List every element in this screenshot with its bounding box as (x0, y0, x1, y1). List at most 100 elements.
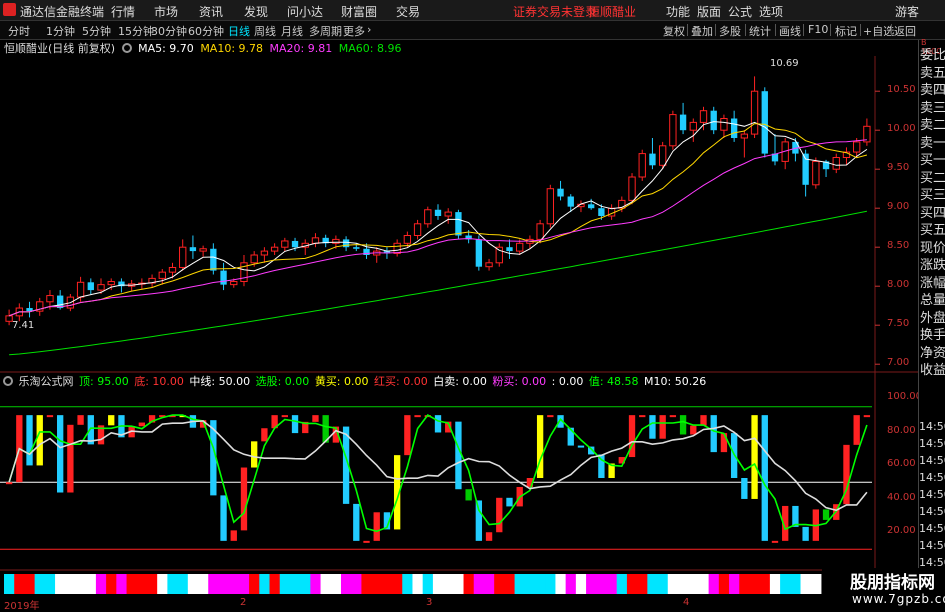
signal-strip-cell (279, 574, 291, 594)
menu-layout[interactable]: 版面 (697, 3, 721, 20)
tab-back[interactable]: 返回 (894, 23, 916, 39)
indicator-bar (434, 415, 442, 433)
signal-strip-cell (187, 574, 199, 594)
candle-body (699, 110, 708, 123)
side-panel-item[interactable]: 涨跌 (920, 256, 945, 275)
side-panel-item[interactable]: 卖二 (920, 116, 945, 135)
tab-draw[interactable]: 画线 (779, 23, 801, 39)
candle-body (210, 248, 217, 271)
indicator-bar (363, 540, 370, 543)
side-panel-item[interactable]: 买一 (920, 151, 945, 170)
tab-60min[interactable]: 60分钟 (188, 23, 224, 39)
tab-multi-stock[interactable]: 多股 (719, 23, 741, 39)
side-panel-item[interactable]: 现价 (920, 239, 945, 258)
tab-mark[interactable]: 标记 (835, 23, 857, 39)
signal-strip-cell (586, 574, 597, 594)
signal-strip-cell (198, 574, 209, 594)
tab-more[interactable]: 更多 (343, 23, 365, 39)
tab-f10[interactable]: F10 (808, 23, 828, 36)
login-notice[interactable]: 证券交易未登录 (513, 3, 597, 20)
side-panel-item[interactable]: 买三 (920, 186, 945, 205)
menu-news[interactable]: 资讯 (199, 3, 223, 20)
candle-body (353, 247, 360, 249)
tab-daily[interactable]: 日线 (228, 23, 250, 39)
signal-strip-cell (555, 574, 567, 594)
side-panel-item[interactable]: 卖五 (920, 64, 945, 83)
time-label: 14:50 (919, 437, 945, 450)
indicator-tick-label: 60.00 (887, 458, 916, 470)
menu-trade[interactable]: 交易 (396, 3, 420, 20)
kline-chart[interactable] (0, 56, 918, 609)
side-panel-item[interactable]: 买五 (920, 221, 945, 240)
gear-icon[interactable] (3, 376, 13, 386)
tab-minute-chart[interactable]: 分时 (8, 23, 30, 39)
signal-strip-cell (596, 574, 607, 594)
signal-strip-cell (514, 574, 526, 594)
time-label: 14:50 (919, 420, 945, 433)
menu-ask[interactable]: 问小达 (287, 3, 323, 20)
tab-stats[interactable]: 统计 (749, 23, 771, 39)
side-panel-item[interactable]: 卖四 (920, 81, 945, 100)
candle-body (516, 242, 524, 252)
side-panel-item[interactable]: 换手 (920, 326, 945, 345)
chart-title: 恒顺醋业(日线 前复权) (4, 42, 116, 55)
signal-strip-cell (44, 574, 56, 594)
tab-30min[interactable]: 30分钟 (151, 23, 187, 39)
time-label: 14:50 (919, 471, 945, 484)
gear-icon[interactable] (121, 43, 132, 53)
side-panel-item[interactable]: 总量 (920, 291, 945, 310)
tab-15min[interactable]: 15分钟 (118, 23, 154, 39)
menu-options[interactable]: 选项 (759, 3, 783, 20)
side-panel-item[interactable]: 收益 (920, 361, 945, 380)
candle-body (220, 270, 227, 285)
side-panel-item[interactable]: 涨幅 (920, 274, 945, 293)
signal-strip-cell (208, 574, 219, 594)
tab-5min[interactable]: 5分钟 (82, 23, 111, 39)
tab-1min[interactable]: 1分钟 (46, 23, 75, 39)
indicator-bar (108, 415, 115, 426)
indicator-bar (240, 467, 248, 531)
candle-body (720, 118, 728, 131)
indicator-bar (802, 526, 809, 541)
signal-strip-cell (759, 574, 771, 594)
signal-strip-cell (453, 574, 465, 594)
candle-body (270, 246, 279, 252)
tab-adjust[interactable]: 复权 (663, 23, 685, 39)
candle-body (689, 121, 697, 131)
indicator-bar (577, 445, 585, 448)
user-label[interactable]: 游客 (895, 3, 919, 20)
menu-wealth[interactable]: 财富圈 (341, 3, 377, 20)
signal-strip-cell (55, 574, 66, 594)
side-panel-item[interactable]: 净资 (920, 344, 945, 363)
indicator-bar (230, 530, 237, 541)
candle-body (393, 242, 401, 254)
chart-info-bar: 恒顺醋业(日线 前复权) MA5: 9.70 MA10: 9.78 MA20: … (0, 40, 875, 56)
tab-weekly[interactable]: 周线 (254, 23, 276, 39)
signal-strip-cell (177, 574, 189, 594)
candle-body (291, 240, 299, 248)
candle-body (638, 153, 646, 178)
menu-formula[interactable]: 公式 (728, 3, 752, 20)
chevron-right-icon[interactable]: › (367, 23, 371, 36)
indicator-bar (649, 415, 656, 439)
side-panel-item[interactable]: 委比 (920, 46, 945, 65)
time-label: 14:50 (919, 488, 945, 501)
side-panel-item[interactable]: 买二 (920, 169, 945, 188)
menu-bar: 通达信金融终端 行情 市场 资讯 发现 问小达 财富圈 交易 证券交易未登录 恒… (0, 0, 945, 21)
menu-function[interactable]: 功能 (666, 3, 690, 20)
menu-market[interactable]: 市场 (154, 3, 178, 20)
menu-quotes[interactable]: 行情 (111, 3, 135, 20)
indicator-name[interactable]: 乐淘公式网 (19, 375, 74, 388)
side-panel-item[interactable]: 卖三 (920, 99, 945, 118)
side-panel-item[interactable]: 买四 (920, 204, 945, 223)
side-panel-item[interactable]: 卖一 (920, 134, 945, 153)
signal-strip-cell (504, 574, 516, 594)
tab-add-watchlist[interactable]: +自选 (863, 23, 894, 39)
menu-discover[interactable]: 发现 (244, 3, 268, 20)
tab-multi-period[interactable]: 多周期 (309, 23, 342, 39)
indicator-bar (475, 500, 483, 541)
tab-overlay[interactable]: 叠加 (691, 23, 713, 39)
tab-monthly[interactable]: 月线 (281, 23, 303, 39)
side-panel-item[interactable]: 外盘 (920, 309, 945, 328)
signal-strip-cell (473, 574, 485, 594)
